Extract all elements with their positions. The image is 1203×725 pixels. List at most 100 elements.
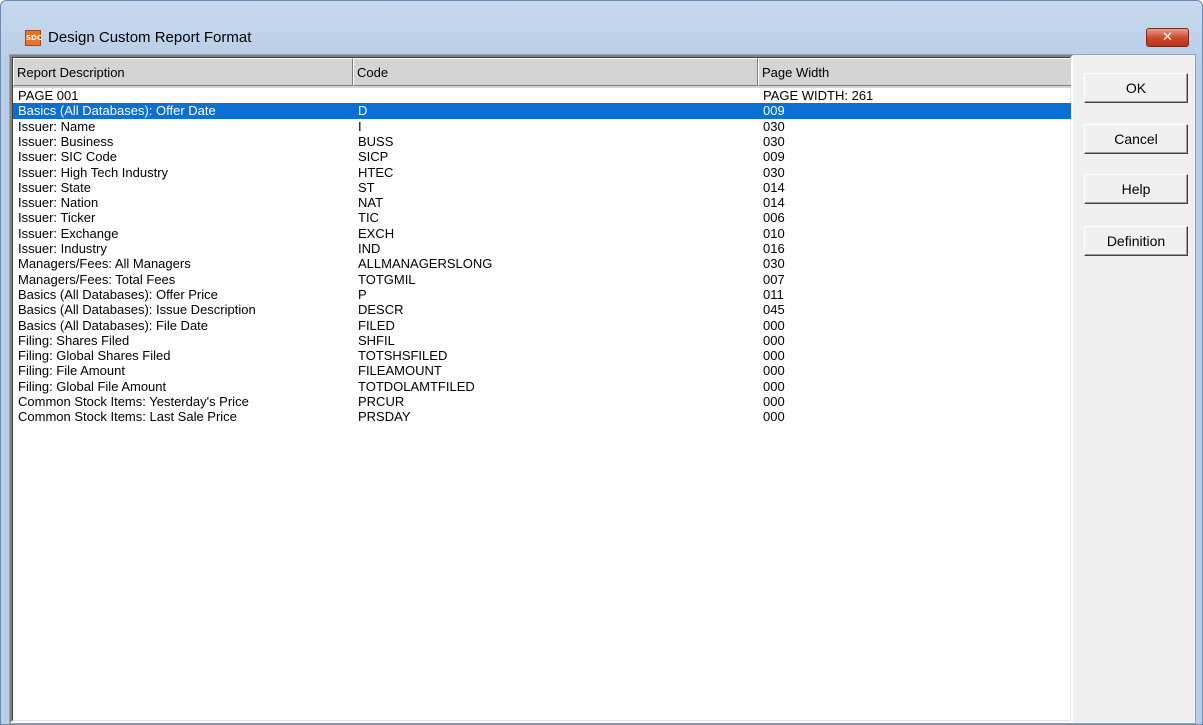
cell-code: ST [358, 179, 375, 195]
table-row[interactable]: Issuer: State ST 014 [13, 179, 1071, 196]
column-header-report-description[interactable]: Report Description [13, 58, 353, 86]
cell-description: Managers/Fees: All Managers [18, 256, 191, 272]
table-row[interactable]: Issuer: Exchange EXCH 010 [13, 225, 1071, 242]
cell-description: Issuer: SIC Code [18, 149, 117, 165]
cell-description: Basics (All Databases): Issue Descriptio… [18, 302, 256, 318]
table-row[interactable]: Issuer: Business BUSS 030 [13, 133, 1071, 150]
cell-code: I [358, 118, 362, 134]
table-row[interactable]: Issuer: Nation NAT 014 [13, 195, 1071, 211]
table-row[interactable]: Managers/Fees: All Managers ALLMANAGERSLO… [13, 256, 1071, 272]
column-header-code[interactable]: Code [353, 58, 758, 86]
cell-code: FILEAMOUNT [358, 363, 442, 379]
cell-page-width: PAGE WIDTH: 261 [763, 88, 874, 103]
cell-code: SICP [358, 149, 389, 165]
cell-code: EXCH [358, 225, 395, 241]
title-bar[interactable]: SDC Design Custom Report Format ✕ [1, 1, 1202, 59]
cell-description: Issuer: Industry [18, 241, 107, 256]
app-icon: SDC [25, 30, 42, 46]
cell-page-width: 000 [763, 409, 785, 425]
cell-page-width: 006 [763, 210, 785, 226]
cell-description: Common Stock Items: Yesterday's Price [18, 394, 249, 409]
cell-description: Issuer: Business [18, 133, 114, 149]
cell-code: TIC [358, 210, 379, 226]
cell-page-width: 009 [763, 149, 785, 165]
table-row[interactable]: Issuer: Name I 030 [13, 118, 1071, 135]
cell-description: Issuer: State [18, 179, 91, 195]
cell-page-width: 014 [763, 195, 785, 211]
report-fields-list[interactable]: Report Description Code Page Width PAGE … [10, 55, 1073, 723]
cell-page-width: 007 [763, 271, 785, 287]
cell-code: FILED [358, 317, 395, 333]
cell-page-width: 030 [763, 256, 785, 272]
column-header-page-width[interactable]: Page Width [758, 58, 1071, 86]
cell-page-width: 000 [763, 317, 785, 333]
table-row[interactable]: Basics (All Databases): Offer Date D 009 [13, 103, 1071, 120]
cell-code: PRCUR [358, 394, 405, 409]
cell-description: Basics (All Databases): Offer Date [18, 103, 216, 119]
table-row[interactable]: Basics (All Databases): Issue Descriptio… [13, 302, 1071, 318]
cell-code: TOTDOLAMTFILED [358, 378, 475, 394]
table-row[interactable]: PAGE 001 PAGE WIDTH: 261 [13, 88, 1071, 104]
table-row[interactable]: Basics (All Databases): File Date FILED 00… [13, 317, 1071, 334]
cell-code: IND [358, 241, 381, 256]
cell-page-width: 000 [763, 378, 785, 394]
close-button[interactable]: ✕ [1146, 28, 1189, 47]
cell-description: Issuer: Name [18, 118, 96, 134]
cell-page-width: 030 [763, 133, 785, 149]
definition-button[interactable]: Definition [1084, 226, 1188, 256]
cell-page-width: 009 [763, 103, 785, 119]
cell-page-width: 030 [763, 118, 785, 134]
table-row[interactable]: Issuer: SIC Code SICP 009 [13, 149, 1071, 165]
cancel-button[interactable]: Cancel [1084, 124, 1188, 154]
table-row[interactable]: Filing: Shares Filed SHFIL 000 [13, 332, 1071, 349]
cell-description: Filing: Global File Amount [18, 378, 167, 394]
cell-description: Managers/Fees: Total Fees [18, 271, 176, 287]
cell-code: PRSDAY [358, 409, 411, 425]
cell-code: HTEC [358, 164, 394, 180]
cell-code: TOTGMIL [358, 271, 416, 287]
cell-code: DESCR [358, 302, 404, 318]
cell-description: Issuer: Exchange [18, 225, 119, 241]
window-title: Design Custom Report Format [48, 29, 252, 46]
cell-description: PAGE 001 [18, 88, 79, 103]
table-row[interactable]: Managers/Fees: Total Fees TOTGMIL 007 [13, 271, 1071, 288]
cell-page-width: 000 [763, 332, 785, 348]
table-row[interactable]: Filing: File Amount FILEAMOUNT 000 [13, 363, 1071, 379]
cell-code: BUSS [358, 133, 394, 149]
cell-page-width: 011 [763, 286, 784, 302]
cell-page-width: 010 [763, 225, 785, 241]
cell-description: Issuer: Ticker [18, 210, 96, 226]
table-row[interactable]: Issuer: High Tech Industry HTEC 030 [13, 164, 1071, 181]
cell-description: Common Stock Items: Last Sale Price [18, 409, 237, 425]
table-row[interactable]: Issuer: Industry IND 016 [13, 241, 1071, 257]
cell-description: Basics (All Databases): Offer Price [18, 286, 218, 302]
help-button[interactable]: Help [1084, 174, 1188, 204]
cell-page-width: 000 [763, 363, 785, 379]
table-row[interactable]: Common Stock Items: Yesterday's Price PRC… [13, 394, 1071, 410]
cell-code: SHFIL [358, 332, 395, 348]
table-row[interactable]: Common Stock Items: Last Sale Price PRSDA… [13, 409, 1071, 425]
cell-code: NAT [358, 195, 384, 211]
table-row[interactable]: Filing: Global Shares Filed TOTSHSFILED 00… [13, 348, 1071, 364]
table-row[interactable]: Issuer: Ticker TIC 006 [13, 210, 1071, 226]
cell-code: P [358, 286, 367, 302]
cell-description: Issuer: High Tech Industry [18, 164, 169, 180]
list-header: Report Description Code Page Width [13, 58, 1071, 88]
table-row[interactable]: Basics (All Databases): Offer Price P 011 [13, 286, 1071, 303]
cell-description: Filing: Shares Filed [18, 332, 130, 348]
cell-page-width: 000 [763, 394, 785, 409]
list-frame: Report Description Code Page Width PAGE … [12, 57, 1071, 721]
cell-code: D [358, 103, 368, 119]
table-row[interactable]: Filing: Global File Amount TOTDOLAMTFILED… [13, 378, 1071, 395]
cell-description: Filing: File Amount [18, 363, 125, 379]
ok-button[interactable]: OK [1084, 73, 1188, 103]
cell-page-width: 016 [763, 241, 785, 256]
cell-page-width: 030 [763, 164, 785, 180]
cell-code: TOTSHSFILED [358, 348, 448, 364]
cell-description: Basics (All Databases): File Date [18, 317, 209, 333]
cell-page-width: 045 [763, 302, 785, 318]
cell-description: Filing: Global Shares Filed [18, 348, 171, 364]
cell-description: Issuer: Nation [18, 195, 99, 211]
cell-page-width: 014 [763, 179, 785, 195]
cell-code: ALLMANAGERSLONG [358, 256, 493, 272]
